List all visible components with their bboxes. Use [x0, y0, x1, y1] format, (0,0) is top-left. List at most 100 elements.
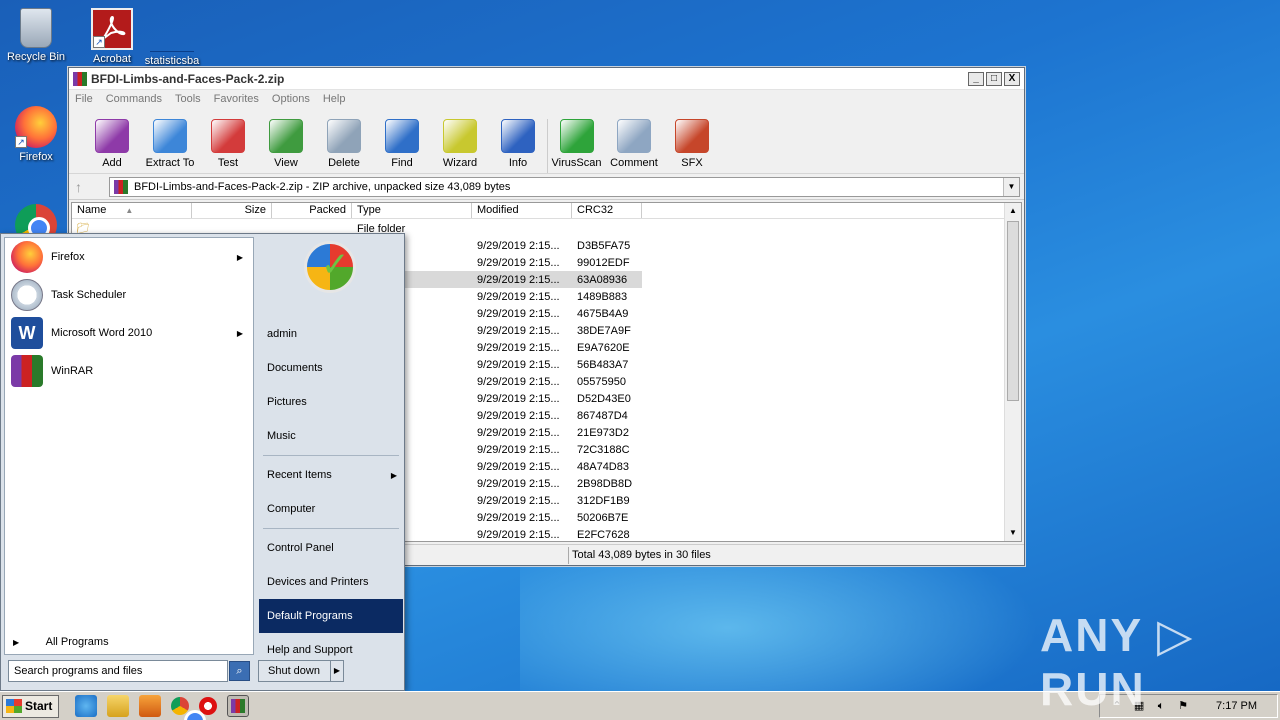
column-crc32[interactable]: CRC32	[572, 203, 642, 218]
cell-modified: 9/29/2019 2:15...	[477, 494, 560, 507]
program-label: Firefox	[51, 251, 85, 263]
column-modified[interactable]: Modified	[472, 203, 572, 218]
windows-logo-icon: ✓	[304, 241, 356, 293]
cell-modified: 9/29/2019 2:15...	[477, 256, 560, 269]
toolbar-view-button[interactable]: View	[257, 119, 315, 173]
cell-modified: 9/29/2019 2:15...	[477, 409, 560, 422]
menu-favorites[interactable]: Favorites	[214, 93, 259, 105]
toolbar-label: Find	[391, 157, 413, 169]
menu-file[interactable]: File	[75, 93, 93, 105]
title-bar[interactable]: BFDI-Limbs-and-Faces-Pack-2.zip _ □ X	[69, 68, 1024, 90]
scroll-down-icon[interactable]: ▼	[1005, 525, 1021, 541]
toolbar-comment-button[interactable]: Comment	[605, 119, 663, 173]
program-label: Microsoft Word 2010	[51, 327, 153, 339]
search-icon[interactable]: ⌕	[229, 661, 250, 681]
path-combobox[interactable]: BFDI-Limbs-and-Faces-Pack-2.zip - ZIP ar…	[109, 176, 1020, 197]
link-computer[interactable]: Computer	[259, 492, 403, 526]
start-button[interactable]: Start	[2, 694, 60, 718]
winrar-icon	[11, 355, 43, 387]
column-name[interactable]: Name ▲	[72, 203, 192, 218]
toolbar-label: Delete	[328, 157, 360, 169]
cell-modified: 9/29/2019 2:15...	[477, 392, 560, 405]
chrome-icon[interactable]	[171, 697, 207, 720]
menu-tools[interactable]: Tools	[175, 93, 201, 105]
link-admin[interactable]: admin	[259, 317, 403, 351]
shortcut-arrow-icon: ↗	[15, 136, 27, 148]
link-default-programs[interactable]: Default Programs	[259, 599, 403, 633]
cell-modified: 9/29/2019 2:15...	[477, 358, 560, 371]
search-input[interactable]: Search programs and files	[8, 660, 228, 682]
close-button[interactable]: X	[1004, 71, 1020, 86]
winrar-taskbar-button[interactable]	[227, 695, 250, 717]
explorer-icon[interactable]	[107, 695, 130, 717]
shutdown-button[interactable]: Shut down ▶	[258, 660, 344, 682]
toolbar-label: Test	[217, 157, 239, 169]
menu-help[interactable]: Help	[323, 93, 346, 105]
desktop-icon-firefox[interactable]: ↗ Firefox	[0, 106, 72, 163]
toolbar-label: Comment	[610, 157, 658, 169]
link-documents[interactable]: Documents	[259, 351, 403, 385]
start-program-firefox[interactable]: Firefox ▶	[5, 238, 253, 276]
chevron-down-icon[interactable]: ▼	[1003, 177, 1019, 196]
vertical-scrollbar[interactable]: ▲ ▼	[1004, 203, 1021, 541]
wand-icon	[443, 119, 477, 153]
minimize-button[interactable]: _	[968, 71, 984, 86]
column-size[interactable]: Size	[192, 203, 272, 218]
menu-commands[interactable]: Commands	[106, 93, 162, 105]
toolbar-find-button[interactable]: Find	[373, 119, 431, 173]
column-packed[interactable]: Packed	[272, 203, 352, 218]
toolbar-add-button[interactable]: Add	[83, 119, 141, 173]
path-text: BFDI-Limbs-and-Faces-Pack-2.zip - ZIP ar…	[134, 180, 511, 193]
shutdown-options-icon[interactable]: ▶	[330, 661, 343, 681]
all-programs-label: All Programs	[45, 636, 109, 648]
menu-options[interactable]: Options	[272, 93, 310, 105]
start-menu: Firefox ▶ Task Scheduler W Microsoft Wor…	[0, 233, 405, 691]
column-type[interactable]: Type	[352, 203, 472, 218]
scroll-up-icon[interactable]: ▲	[1005, 203, 1021, 219]
add-icon	[95, 119, 129, 153]
toolbar-virusscan-button[interactable]: VirusScan	[547, 119, 605, 173]
cell-modified: 9/29/2019 2:15...	[477, 307, 560, 320]
scroll-thumb[interactable]	[1007, 221, 1019, 401]
toolbar-test-button[interactable]: Test	[199, 119, 257, 173]
cell-crc: 50206B7E	[577, 511, 629, 524]
media-player-icon[interactable]	[139, 695, 162, 717]
desktop-icon-label: statisticsba	[144, 55, 200, 67]
link-control-panel[interactable]: Control Panel	[259, 531, 403, 565]
toolbar-label: View	[274, 157, 298, 169]
toolbar-extract-to-button[interactable]: Extract To	[141, 119, 199, 173]
start-program-winrar[interactable]: WinRAR	[5, 352, 253, 390]
link-pictures[interactable]: Pictures	[259, 385, 403, 419]
toolbar-sfx-button[interactable]: SFX	[663, 119, 721, 173]
cell-modified: 9/29/2019 2:15...	[477, 443, 560, 456]
cell-crc: 48A74D83	[577, 460, 629, 473]
shortcut-arrow-icon: ↗	[93, 36, 105, 48]
cell-crc: 21E973D2	[577, 426, 629, 439]
desktop-icon-statisticsba[interactable]: statisticsba	[136, 8, 208, 67]
maximize-button[interactable]: □	[986, 71, 1002, 86]
start-program-task-scheduler[interactable]: Task Scheduler	[5, 276, 253, 314]
start-program-word[interactable]: W Microsoft Word 2010 ▶	[5, 314, 253, 352]
up-arrow-icon[interactable]: ↑	[75, 179, 109, 195]
firefox-icon: ↗	[15, 106, 57, 148]
cell-crc: 72C3188C	[577, 443, 630, 456]
book-icon	[269, 119, 303, 153]
toolbar-label: Info	[508, 157, 528, 169]
link-recent-items[interactable]: Recent Items ▶	[259, 458, 403, 492]
toolbar-wizard-button[interactable]: Wizard	[431, 119, 489, 173]
cell-crc: 05575950	[577, 375, 626, 388]
toolbar-info-button[interactable]: Info	[489, 119, 547, 173]
desktop-icon-recycle-bin[interactable]: Recycle Bin	[0, 8, 72, 63]
link-music[interactable]: Music	[259, 419, 403, 453]
divider	[263, 455, 399, 456]
toolbar-delete-button[interactable]: Delete	[315, 119, 373, 173]
link-devices-printers[interactable]: Devices and Printers	[259, 565, 403, 599]
cell-crc: D52D43E0	[577, 392, 631, 405]
word-icon: W	[11, 317, 43, 349]
ie-icon[interactable]	[75, 695, 98, 717]
cell-crc: 56B483A7	[577, 358, 629, 371]
toolbar: Add Extract To Test View Delete Find Wizard Inf…	[69, 108, 1024, 174]
window-title: BFDI-Limbs-and-Faces-Pack-2.zip	[91, 71, 285, 86]
search-placeholder: Search programs and files	[14, 665, 143, 677]
all-programs[interactable]: ▶ All Programs	[13, 636, 109, 648]
